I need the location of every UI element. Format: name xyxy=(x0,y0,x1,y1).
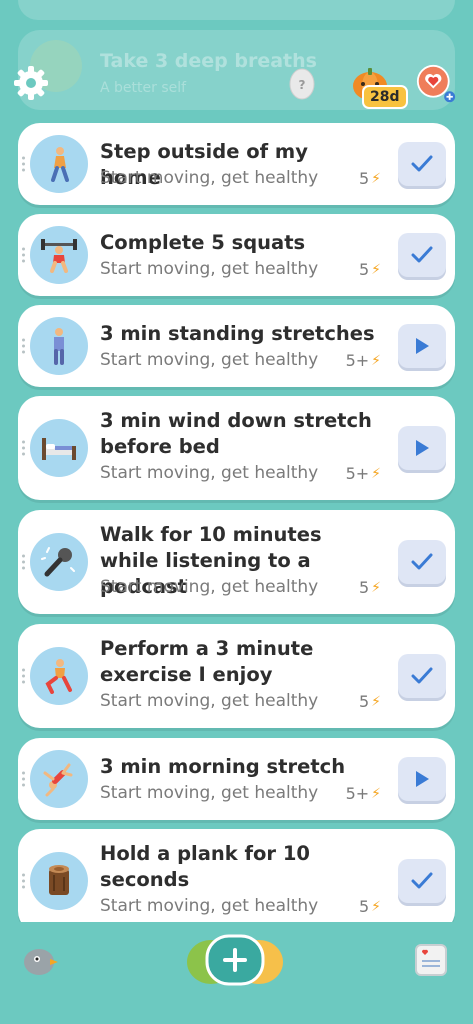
complete-button[interactable] xyxy=(398,654,446,698)
journal-button[interactable] xyxy=(413,942,449,978)
points-value: 5 xyxy=(358,897,370,916)
drag-handle[interactable] xyxy=(22,247,26,263)
goal-card[interactable]: Step outside of my home Start moving, ge… xyxy=(18,123,455,205)
play-button[interactable] xyxy=(398,757,446,801)
goal-card[interactable]: Complete 5 squats Start moving, get heal… xyxy=(18,214,455,296)
bed-icon xyxy=(30,419,88,477)
goal-title: 3 min morning stretch xyxy=(100,755,346,778)
check-icon xyxy=(411,246,433,263)
bolt-icon: ⚡ xyxy=(371,352,381,369)
cartwheel-person-icon xyxy=(30,750,88,808)
goal-points: 5+ ⚡ xyxy=(346,351,381,370)
drag-handle[interactable] xyxy=(22,338,26,354)
exercising-person-icon xyxy=(30,647,88,705)
background-card-title: Take 3 deep breaths xyxy=(100,50,317,72)
goal-points: 5 ⚡ xyxy=(359,897,381,916)
goal-title: Hold a plank for 10 seconds xyxy=(100,842,310,891)
bolt-icon: ⚡ xyxy=(371,693,381,710)
bolt-icon: ⚡ xyxy=(371,579,381,596)
standing-person-icon xyxy=(30,317,88,375)
bolt-icon: ⚡ xyxy=(371,465,381,482)
background-card-subtitle: A better self xyxy=(100,80,187,96)
background-card xyxy=(18,0,455,20)
complete-button[interactable] xyxy=(398,540,446,584)
microphone-icon xyxy=(30,533,88,591)
goal-points: 5 ⚡ xyxy=(359,169,381,188)
goal-points: 5 ⚡ xyxy=(359,260,381,279)
settings-button[interactable] xyxy=(12,64,50,102)
bolt-icon: ⚡ xyxy=(371,170,381,187)
add-goal-button[interactable] xyxy=(183,932,287,988)
goal-subtitle: Start moving, get healthy xyxy=(100,577,319,597)
points-value: 5 xyxy=(358,692,370,711)
goal-points: 5+ ⚡ xyxy=(346,464,381,483)
weightlifter-icon xyxy=(30,226,88,284)
goal-points: 5+ ⚡ xyxy=(346,784,381,803)
goal-card[interactable]: Perform a 3 minute exercise I enjoy Star… xyxy=(18,624,455,728)
goal-title: 3 min standing stretches xyxy=(100,322,375,345)
play-icon xyxy=(416,338,429,354)
svg-text:?: ? xyxy=(299,78,306,92)
bolt-icon: ⚡ xyxy=(371,898,381,915)
goal-card[interactable]: Walk for 10 minutes while listening to a… xyxy=(18,510,455,614)
mystery-egg-icon: ? xyxy=(289,68,315,100)
goal-card[interactable]: 3 min wind down stretch before bed Start… xyxy=(18,396,455,500)
check-icon xyxy=(411,553,433,570)
walking-person-icon xyxy=(30,135,88,193)
goal-card[interactable]: 3 min standing stretches Start moving, g… xyxy=(18,305,455,387)
check-icon xyxy=(411,872,433,889)
goal-points: 5 ⚡ xyxy=(359,578,381,597)
drag-handle[interactable] xyxy=(22,668,26,684)
check-icon xyxy=(411,155,433,172)
heart-add-icon xyxy=(416,64,456,103)
complete-button[interactable] xyxy=(398,859,446,903)
goal-subtitle: Start moving, get healthy xyxy=(100,350,319,370)
goal-subtitle: Start moving, get healthy xyxy=(100,691,319,711)
drag-handle[interactable] xyxy=(22,873,26,889)
gear-icon xyxy=(14,66,48,100)
mystery-egg-button[interactable]: ? xyxy=(286,64,318,100)
complete-button[interactable] xyxy=(398,142,446,186)
goal-subtitle: Start moving, get healthy xyxy=(100,463,319,483)
streak-badge: 28d xyxy=(362,85,408,109)
goal-card[interactable]: Hold a plank for 10 seconds Start moving… xyxy=(18,829,455,933)
complete-button[interactable] xyxy=(398,233,446,277)
bolt-icon: ⚡ xyxy=(371,785,381,802)
goal-points: 5 ⚡ xyxy=(359,692,381,711)
goal-title: Complete 5 squats xyxy=(100,231,306,254)
add-icon xyxy=(187,934,283,986)
check-icon xyxy=(411,667,433,684)
bird-icon xyxy=(24,949,58,975)
drag-handle[interactable] xyxy=(22,771,26,787)
play-button[interactable] xyxy=(398,324,446,368)
points-value: 5 xyxy=(358,169,370,188)
bolt-icon: ⚡ xyxy=(371,261,381,278)
play-button[interactable] xyxy=(398,426,446,470)
play-icon xyxy=(416,771,429,787)
goal-subtitle: Start moving, get healthy xyxy=(100,896,319,916)
points-value: 5+ xyxy=(345,784,370,803)
journal-icon xyxy=(415,944,447,976)
drag-handle[interactable] xyxy=(22,156,26,172)
goal-card[interactable]: 3 min morning stretch Start moving, get … xyxy=(18,738,455,820)
points-value: 5+ xyxy=(345,464,370,483)
goal-subtitle: Start moving, get healthy xyxy=(100,168,319,188)
goal-subtitle: Start moving, get healthy xyxy=(100,259,319,279)
points-value: 5+ xyxy=(345,351,370,370)
play-icon xyxy=(416,440,429,456)
drag-handle[interactable] xyxy=(22,554,26,570)
goal-subtitle: Start moving, get healthy xyxy=(100,783,319,803)
points-value: 5 xyxy=(358,578,370,597)
drag-handle[interactable] xyxy=(22,440,26,456)
goal-title: Perform a 3 minute exercise I enjoy xyxy=(100,637,314,686)
pet-profile-button[interactable] xyxy=(22,945,60,977)
goal-title: 3 min wind down stretch before bed xyxy=(100,409,372,458)
points-value: 5 xyxy=(358,260,370,279)
heart-add-button[interactable] xyxy=(416,64,456,104)
wood-log-icon xyxy=(30,852,88,910)
